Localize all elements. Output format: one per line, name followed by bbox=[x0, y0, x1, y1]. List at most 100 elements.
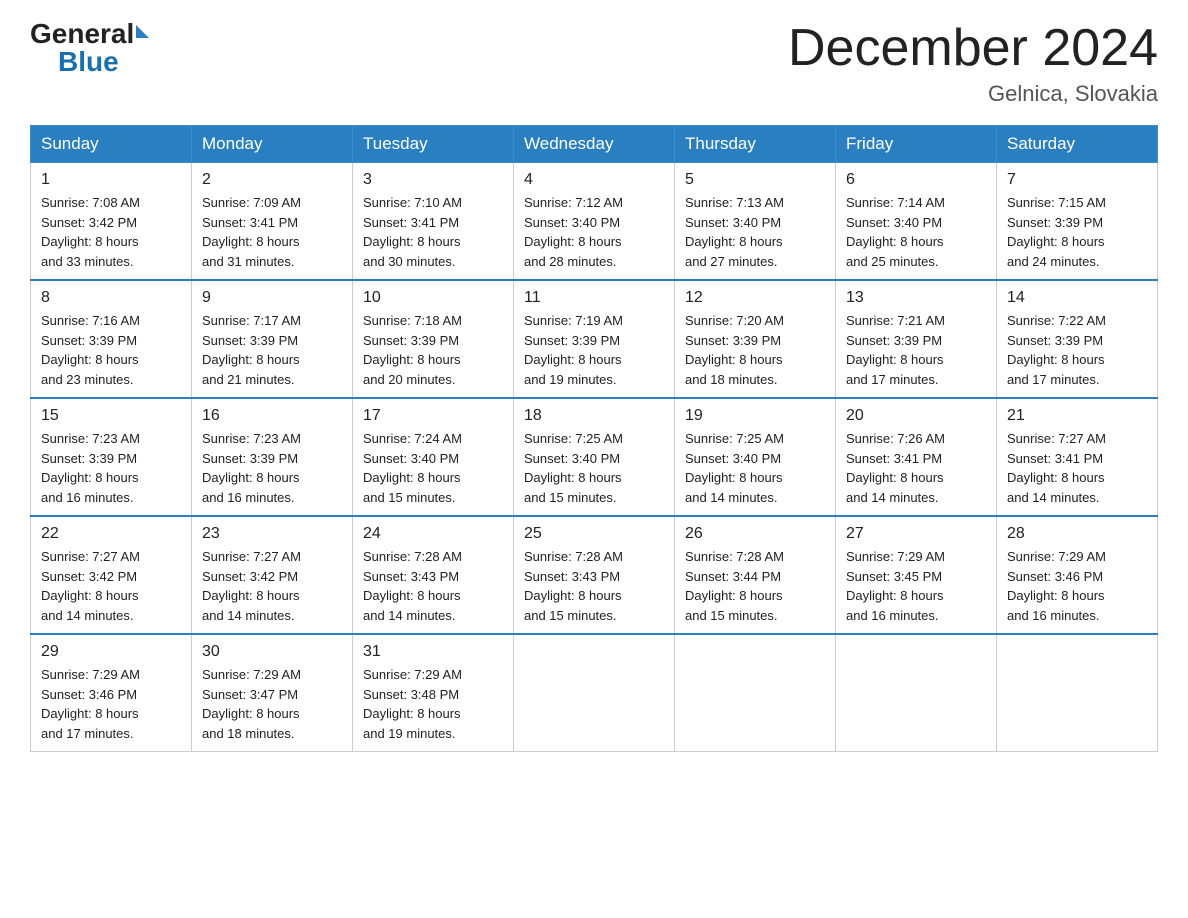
day-number: 8 bbox=[41, 289, 181, 307]
day-info: Sunrise: 7:29 AMSunset: 3:46 PMDaylight:… bbox=[41, 665, 181, 743]
calendar-week-row: 29 Sunrise: 7:29 AMSunset: 3:46 PMDaylig… bbox=[31, 634, 1158, 752]
calendar-cell: 18 Sunrise: 7:25 AMSunset: 3:40 PMDaylig… bbox=[514, 398, 675, 516]
month-title: December 2024 bbox=[788, 20, 1158, 77]
calendar-cell: 14 Sunrise: 7:22 AMSunset: 3:39 PMDaylig… bbox=[997, 280, 1158, 398]
day-number: 23 bbox=[202, 525, 342, 543]
day-info: Sunrise: 7:15 AMSunset: 3:39 PMDaylight:… bbox=[1007, 193, 1147, 271]
day-info: Sunrise: 7:09 AMSunset: 3:41 PMDaylight:… bbox=[202, 193, 342, 271]
calendar-cell: 28 Sunrise: 7:29 AMSunset: 3:46 PMDaylig… bbox=[997, 516, 1158, 634]
day-number: 6 bbox=[846, 171, 986, 189]
day-info: Sunrise: 7:28 AMSunset: 3:43 PMDaylight:… bbox=[363, 547, 503, 625]
title-area: December 2024 Gelnica, Slovakia bbox=[788, 20, 1158, 107]
calendar-cell: 10 Sunrise: 7:18 AMSunset: 3:39 PMDaylig… bbox=[353, 280, 514, 398]
calendar-cell: 21 Sunrise: 7:27 AMSunset: 3:41 PMDaylig… bbox=[997, 398, 1158, 516]
day-info: Sunrise: 7:22 AMSunset: 3:39 PMDaylight:… bbox=[1007, 311, 1147, 389]
day-number: 5 bbox=[685, 171, 825, 189]
day-info: Sunrise: 7:17 AMSunset: 3:39 PMDaylight:… bbox=[202, 311, 342, 389]
logo-general-text: General bbox=[30, 20, 134, 48]
calendar-cell: 3 Sunrise: 7:10 AMSunset: 3:41 PMDayligh… bbox=[353, 163, 514, 281]
calendar-cell: 29 Sunrise: 7:29 AMSunset: 3:46 PMDaylig… bbox=[31, 634, 192, 752]
calendar-cell: 7 Sunrise: 7:15 AMSunset: 3:39 PMDayligh… bbox=[997, 163, 1158, 281]
calendar-cell: 20 Sunrise: 7:26 AMSunset: 3:41 PMDaylig… bbox=[836, 398, 997, 516]
calendar-cell: 16 Sunrise: 7:23 AMSunset: 3:39 PMDaylig… bbox=[192, 398, 353, 516]
day-number: 27 bbox=[846, 525, 986, 543]
day-number: 13 bbox=[846, 289, 986, 307]
calendar-cell: 12 Sunrise: 7:20 AMSunset: 3:39 PMDaylig… bbox=[675, 280, 836, 398]
day-number: 20 bbox=[846, 407, 986, 425]
day-info: Sunrise: 7:27 AMSunset: 3:41 PMDaylight:… bbox=[1007, 429, 1147, 507]
day-info: Sunrise: 7:28 AMSunset: 3:43 PMDaylight:… bbox=[524, 547, 664, 625]
day-number: 11 bbox=[524, 289, 664, 307]
day-info: Sunrise: 7:13 AMSunset: 3:40 PMDaylight:… bbox=[685, 193, 825, 271]
day-info: Sunrise: 7:10 AMSunset: 3:41 PMDaylight:… bbox=[363, 193, 503, 271]
day-info: Sunrise: 7:28 AMSunset: 3:44 PMDaylight:… bbox=[685, 547, 825, 625]
calendar-table: SundayMondayTuesdayWednesdayThursdayFrid… bbox=[30, 125, 1158, 752]
calendar-cell: 5 Sunrise: 7:13 AMSunset: 3:40 PMDayligh… bbox=[675, 163, 836, 281]
calendar-cell: 4 Sunrise: 7:12 AMSunset: 3:40 PMDayligh… bbox=[514, 163, 675, 281]
day-info: Sunrise: 7:19 AMSunset: 3:39 PMDaylight:… bbox=[524, 311, 664, 389]
column-header-sunday: Sunday bbox=[31, 126, 192, 163]
day-number: 24 bbox=[363, 525, 503, 543]
calendar-cell bbox=[514, 634, 675, 752]
day-number: 10 bbox=[363, 289, 503, 307]
day-info: Sunrise: 7:23 AMSunset: 3:39 PMDaylight:… bbox=[41, 429, 181, 507]
calendar-cell: 19 Sunrise: 7:25 AMSunset: 3:40 PMDaylig… bbox=[675, 398, 836, 516]
day-info: Sunrise: 7:24 AMSunset: 3:40 PMDaylight:… bbox=[363, 429, 503, 507]
day-number: 22 bbox=[41, 525, 181, 543]
logo: General Blue bbox=[30, 20, 149, 76]
day-number: 25 bbox=[524, 525, 664, 543]
day-number: 31 bbox=[363, 643, 503, 661]
day-info: Sunrise: 7:23 AMSunset: 3:39 PMDaylight:… bbox=[202, 429, 342, 507]
calendar-cell: 15 Sunrise: 7:23 AMSunset: 3:39 PMDaylig… bbox=[31, 398, 192, 516]
day-info: Sunrise: 7:29 AMSunset: 3:46 PMDaylight:… bbox=[1007, 547, 1147, 625]
day-number: 12 bbox=[685, 289, 825, 307]
calendar-cell: 30 Sunrise: 7:29 AMSunset: 3:47 PMDaylig… bbox=[192, 634, 353, 752]
day-number: 14 bbox=[1007, 289, 1147, 307]
calendar-cell: 25 Sunrise: 7:28 AMSunset: 3:43 PMDaylig… bbox=[514, 516, 675, 634]
calendar-cell: 1 Sunrise: 7:08 AMSunset: 3:42 PMDayligh… bbox=[31, 163, 192, 281]
day-info: Sunrise: 7:14 AMSunset: 3:40 PMDaylight:… bbox=[846, 193, 986, 271]
day-info: Sunrise: 7:26 AMSunset: 3:41 PMDaylight:… bbox=[846, 429, 986, 507]
calendar-week-row: 15 Sunrise: 7:23 AMSunset: 3:39 PMDaylig… bbox=[31, 398, 1158, 516]
calendar-cell bbox=[675, 634, 836, 752]
calendar-cell: 24 Sunrise: 7:28 AMSunset: 3:43 PMDaylig… bbox=[353, 516, 514, 634]
calendar-week-row: 8 Sunrise: 7:16 AMSunset: 3:39 PMDayligh… bbox=[31, 280, 1158, 398]
calendar-cell: 17 Sunrise: 7:24 AMSunset: 3:40 PMDaylig… bbox=[353, 398, 514, 516]
calendar-cell: 9 Sunrise: 7:17 AMSunset: 3:39 PMDayligh… bbox=[192, 280, 353, 398]
day-info: Sunrise: 7:25 AMSunset: 3:40 PMDaylight:… bbox=[524, 429, 664, 507]
day-info: Sunrise: 7:16 AMSunset: 3:39 PMDaylight:… bbox=[41, 311, 181, 389]
page-header: General Blue December 2024 Gelnica, Slov… bbox=[30, 20, 1158, 107]
column-header-tuesday: Tuesday bbox=[353, 126, 514, 163]
column-header-friday: Friday bbox=[836, 126, 997, 163]
calendar-cell: 26 Sunrise: 7:28 AMSunset: 3:44 PMDaylig… bbox=[675, 516, 836, 634]
day-number: 2 bbox=[202, 171, 342, 189]
day-number: 15 bbox=[41, 407, 181, 425]
day-info: Sunrise: 7:27 AMSunset: 3:42 PMDaylight:… bbox=[41, 547, 181, 625]
calendar-cell: 11 Sunrise: 7:19 AMSunset: 3:39 PMDaylig… bbox=[514, 280, 675, 398]
day-info: Sunrise: 7:21 AMSunset: 3:39 PMDaylight:… bbox=[846, 311, 986, 389]
day-info: Sunrise: 7:29 AMSunset: 3:48 PMDaylight:… bbox=[363, 665, 503, 743]
calendar-cell: 2 Sunrise: 7:09 AMSunset: 3:41 PMDayligh… bbox=[192, 163, 353, 281]
day-number: 18 bbox=[524, 407, 664, 425]
day-info: Sunrise: 7:08 AMSunset: 3:42 PMDaylight:… bbox=[41, 193, 181, 271]
day-number: 29 bbox=[41, 643, 181, 661]
calendar-cell bbox=[997, 634, 1158, 752]
day-number: 9 bbox=[202, 289, 342, 307]
day-info: Sunrise: 7:20 AMSunset: 3:39 PMDaylight:… bbox=[685, 311, 825, 389]
calendar-header-row: SundayMondayTuesdayWednesdayThursdayFrid… bbox=[31, 126, 1158, 163]
calendar-cell: 13 Sunrise: 7:21 AMSunset: 3:39 PMDaylig… bbox=[836, 280, 997, 398]
day-number: 28 bbox=[1007, 525, 1147, 543]
calendar-cell: 27 Sunrise: 7:29 AMSunset: 3:45 PMDaylig… bbox=[836, 516, 997, 634]
calendar-cell bbox=[836, 634, 997, 752]
day-number: 1 bbox=[41, 171, 181, 189]
day-info: Sunrise: 7:25 AMSunset: 3:40 PMDaylight:… bbox=[685, 429, 825, 507]
day-number: 21 bbox=[1007, 407, 1147, 425]
day-info: Sunrise: 7:29 AMSunset: 3:47 PMDaylight:… bbox=[202, 665, 342, 743]
day-number: 26 bbox=[685, 525, 825, 543]
day-number: 17 bbox=[363, 407, 503, 425]
day-info: Sunrise: 7:27 AMSunset: 3:42 PMDaylight:… bbox=[202, 547, 342, 625]
calendar-cell: 31 Sunrise: 7:29 AMSunset: 3:48 PMDaylig… bbox=[353, 634, 514, 752]
day-info: Sunrise: 7:18 AMSunset: 3:39 PMDaylight:… bbox=[363, 311, 503, 389]
column-header-monday: Monday bbox=[192, 126, 353, 163]
logo-blue-text: Blue bbox=[58, 48, 119, 76]
